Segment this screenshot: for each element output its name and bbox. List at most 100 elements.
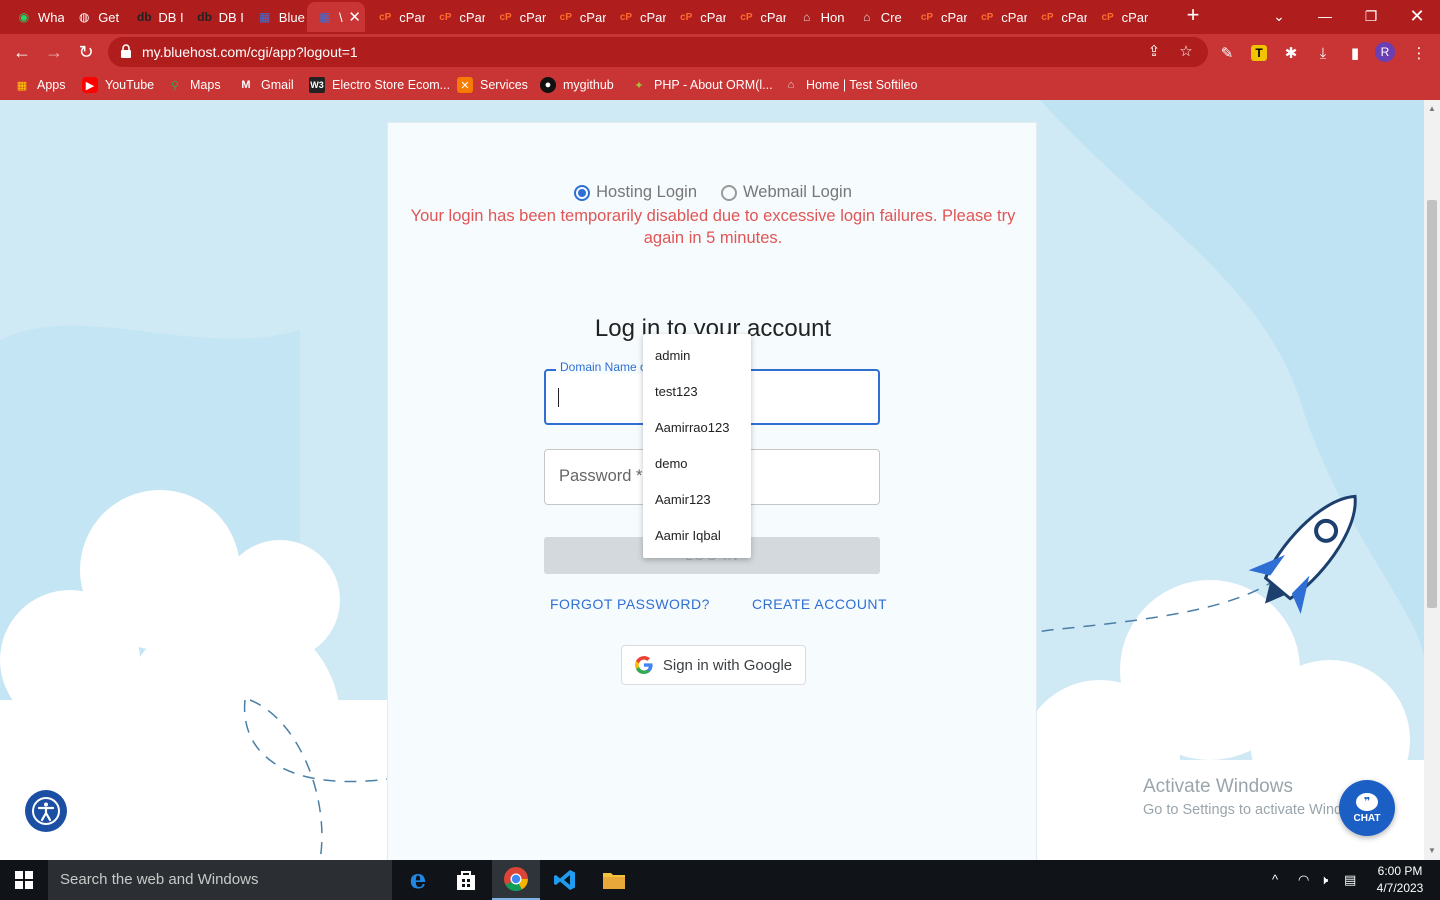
autocomplete-option[interactable]: Aamir Iqbal	[643, 518, 751, 554]
close-window-button[interactable]: ✕	[1394, 0, 1440, 32]
bookmark-mygithub[interactable]: ● mygithub	[540, 76, 614, 94]
browser-tab[interactable]: cP cPar	[728, 2, 786, 32]
notifications-icon[interactable]: ▤	[1344, 872, 1356, 888]
browser-tab[interactable]: cP cPar	[427, 2, 485, 32]
autocomplete-option[interactable]: demo	[643, 446, 751, 482]
bookmark-home-test-softileo[interactable]: ⌂ Home | Test Softileo	[783, 76, 918, 94]
autocomplete-option[interactable]: test123	[643, 374, 751, 410]
cpanel-icon: cP	[379, 11, 392, 23]
apps-grid-icon: ▦	[16, 79, 28, 92]
vscode-icon	[554, 870, 575, 890]
minimize-button[interactable]: —	[1302, 0, 1348, 32]
autocomplete-option[interactable]: admin	[643, 338, 751, 374]
profile-avatar[interactable]: R	[1375, 42, 1395, 62]
side-panel-icon[interactable]: ▮	[1344, 42, 1366, 64]
text-caret	[558, 388, 559, 407]
taskbar-store[interactable]	[442, 860, 490, 900]
edge-icon: e	[409, 865, 427, 895]
taskbar-vscode[interactable]	[541, 860, 589, 900]
create-account-link[interactable]: CREATE ACCOUNT	[752, 596, 887, 612]
cpanel-icon: cP	[559, 11, 572, 23]
browser-tab[interactable]: cP cPar	[1090, 2, 1147, 32]
bookmark-services[interactable]: ✕ Services	[457, 76, 528, 94]
domain-field-label: Domain Name o	[556, 360, 651, 374]
cpanel-icon: cP	[981, 11, 994, 23]
close-tab-icon[interactable]: ✕	[348, 8, 361, 26]
bookmark-gmail[interactable]: M Gmail	[238, 76, 293, 94]
tab-search-icon[interactable]: ⌄	[1256, 0, 1302, 32]
extension-t-icon[interactable]: T	[1248, 42, 1270, 64]
restore-button[interactable]: ❐	[1348, 0, 1394, 32]
start-button[interactable]	[0, 860, 48, 900]
bookmark-apps[interactable]: ▦ Apps	[14, 76, 66, 94]
radio-checked-icon	[574, 184, 591, 201]
browser-tab[interactable]: cP cPar	[488, 2, 545, 32]
xampp-icon: ✕	[457, 77, 473, 93]
taskbar-search-box[interactable]: Search the web and Windows	[48, 860, 392, 900]
bookmark-maps[interactable]: ⚲ Maps	[167, 76, 221, 94]
new-tab-button[interactable]: +	[1181, 4, 1205, 28]
forgot-password-link[interactable]: FORGOT PASSWORD?	[550, 596, 710, 612]
browser-tab[interactable]: cP cPar	[608, 2, 666, 32]
browser-tab[interactable]: cP cPar	[668, 2, 726, 32]
share-icon[interactable]: ⇪	[1144, 42, 1164, 62]
autocomplete-option[interactable]: Aamir123	[643, 482, 751, 518]
download-icon[interactable]: ⤓	[1312, 42, 1334, 64]
chat-button[interactable]: ❞ CHAT	[1339, 780, 1395, 836]
chat-bubble-icon: ❞	[1356, 792, 1378, 811]
scroll-up-icon[interactable]: ▲	[1427, 104, 1437, 114]
pen-extension-icon[interactable]: ✎	[1216, 42, 1238, 64]
maps-pin-icon: ⚲	[170, 79, 180, 92]
bluehost-grid-icon: ▦	[259, 10, 271, 24]
bookmark-electro-store[interactable]: W3 Electro Store Ecom...	[309, 76, 450, 94]
tray-chevron-icon[interactable]: ^	[1272, 872, 1278, 887]
taskbar-file-explorer[interactable]	[590, 860, 638, 900]
autocomplete-option[interactable]: Aamirrao123	[643, 410, 751, 446]
accessibility-button[interactable]	[25, 790, 67, 832]
page-scrollbar[interactable]: ▲ ▼	[1424, 100, 1440, 860]
volume-muted-icon[interactable]: 🕨	[1320, 872, 1328, 888]
browser-tab[interactable]: ◉ Wha	[6, 2, 64, 32]
chrome-icon	[504, 867, 528, 892]
browser-tab[interactable]: cP cPar	[969, 2, 1027, 32]
cpanel-icon: cP	[680, 11, 693, 23]
puzzle-extensions-icon[interactable]: ✱	[1280, 42, 1302, 64]
globe-icon: ◍	[78, 10, 90, 24]
bookmark-php-orm[interactable]: ✦ PHP - About ORM(l...	[631, 76, 772, 94]
back-button[interactable]: ←	[8, 38, 36, 66]
scrollbar-thumb[interactable]	[1427, 200, 1437, 608]
browser-tab[interactable]: ▦ \ ✕	[307, 2, 365, 32]
forward-button[interactable]: →	[40, 38, 68, 66]
browser-tab[interactable]: ▦ Blue	[247, 2, 305, 32]
browser-tab[interactable]: ⌂ Hon	[789, 2, 847, 32]
browser-tab[interactable]: ⌂ Cre	[849, 2, 907, 32]
password-placeholder: Password *	[559, 467, 643, 485]
browser-tab[interactable]: cP cPar	[909, 2, 967, 32]
browser-tab[interactable]: db DB I	[187, 2, 245, 32]
taskbar-edge[interactable]: e	[394, 860, 442, 900]
google-signin-button[interactable]: Sign in with Google	[621, 645, 806, 685]
scroll-down-icon[interactable]: ▼	[1427, 846, 1437, 856]
browser-tab[interactable]: db DB I	[126, 2, 184, 32]
browser-tab[interactable]: cP cPar	[1029, 2, 1087, 32]
bookmark-youtube[interactable]: ▶ YouTube	[82, 76, 154, 94]
bookmark-star-icon[interactable]: ☆	[1176, 42, 1196, 62]
menu-kebab-icon[interactable]: ⋮	[1408, 42, 1430, 64]
android-icon: ✦	[634, 79, 644, 92]
taskbar-clock[interactable]: 6:00 PM 4/7/2023	[1372, 863, 1428, 897]
cpanel-icon: cP	[439, 11, 452, 23]
windows-taskbar: Search the web and Windows e ^ ◠ 🕨 ▤ 6:0…	[0, 860, 1440, 900]
taskbar-chrome[interactable]	[492, 860, 540, 900]
browser-tab[interactable]: ◍ Get	[66, 2, 124, 32]
webmail-login-radio[interactable]: Webmail Login	[721, 183, 852, 202]
house-icon: ⌂	[802, 10, 811, 24]
browser-toolbar: ← → ↻ my.bluehost.com/cgi/app?logout=1 ⇪…	[0, 34, 1440, 70]
bookmarks-bar: ▦ Apps ▶ YouTube ⚲ Maps M Gmail W3 Electro St…	[0, 70, 1440, 100]
browser-tab[interactable]: cP cPar	[367, 2, 425, 32]
address-bar[interactable]: my.bluehost.com/cgi/app?logout=1 ⇪ ☆	[108, 37, 1208, 67]
browser-tab[interactable]: cP cPar	[548, 2, 606, 32]
reload-button[interactable]: ↻	[72, 38, 100, 66]
hosting-login-radio[interactable]: Hosting Login	[574, 183, 697, 202]
network-icon[interactable]: ◠	[1298, 872, 1309, 888]
cpanel-icon: cP	[1041, 11, 1054, 23]
